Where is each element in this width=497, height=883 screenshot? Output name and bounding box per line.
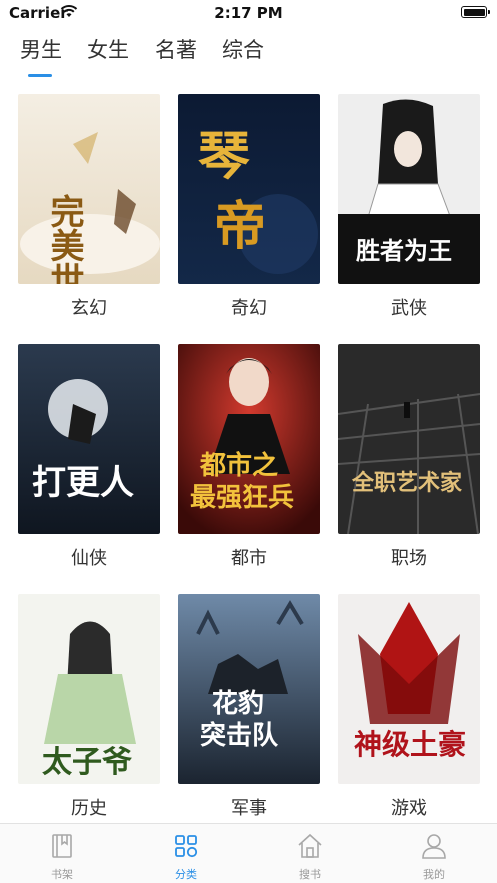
svg-text:最强狂兵: 最强狂兵 [190,483,294,513]
book-cover: 全职艺术家 [338,344,480,534]
tab-female[interactable]: 女生 [87,34,129,64]
tab-male[interactable]: 男生 [20,34,62,64]
book-cover: 胜者为王 [338,94,480,284]
category-card-junshi[interactable]: 花豹 突击队 军事 [178,594,320,820]
svg-text:全职艺术家: 全职艺术家 [351,470,463,496]
category-grid-icon [175,835,198,858]
category-label: 职场 [391,548,427,569]
book-cover: 琴 帝 [178,94,320,284]
category-label: 武侠 [391,298,427,319]
tab-classics[interactable]: 名著 [155,34,197,64]
svg-text:帝: 帝 [214,196,266,257]
book-cover: 花豹 突击队 [178,594,320,784]
category-card-youxi[interactable]: 神级土豪 游戏 [338,594,480,820]
tab-selected-indicator [28,74,52,77]
book-cover: 完美世界 [18,94,160,284]
svg-text:胜者为王: 胜者为王 [356,236,452,265]
svg-text:突击队: 突击队 [200,720,279,751]
category-label: 奇幻 [231,298,267,319]
category-card-xuanhuan[interactable]: 完美世界 玄幻 [18,94,160,320]
tab-category[interactable]: 分类 [124,824,248,883]
book-cover: 打更人 [18,344,160,534]
tab-bookshelf[interactable]: 书架 [0,824,124,883]
category-label: 游戏 [391,798,427,819]
status-bar: Carrier 2:17 PM [0,0,497,26]
tab-search-books[interactable]: 搜书 [248,824,372,883]
svg-text:都市之: 都市之 [199,450,278,481]
svg-text:花豹: 花豹 [212,688,264,719]
tab-search-books-label: 搜书 [299,868,321,881]
tab-profile[interactable]: 我的 [372,824,496,883]
category-label: 军事 [231,798,267,819]
category-card-xianxia[interactable]: 打更人 仙侠 [18,344,160,570]
category-card-qihuan[interactable]: 琴 帝 奇幻 [178,94,320,320]
book-cover: 太子爷 [18,594,160,784]
svg-text:神级土豪: 神级土豪 [354,728,466,761]
tab-general[interactable]: 综合 [222,34,264,64]
category-card-dushi[interactable]: 都市之 最强狂兵 都市 [178,344,320,570]
category-card-wuxia[interactable]: 胜者为王 武侠 [338,94,480,320]
battery-icon [461,6,490,18]
bookshelf-icon [52,834,72,858]
book-cover: 都市之 最强狂兵 [178,344,320,534]
category-label: 都市 [231,548,267,569]
category-label: 历史 [71,798,107,819]
svg-text:太子爷: 太子爷 [42,745,132,780]
svg-text:打更人: 打更人 [32,463,134,503]
category-label: 仙侠 [71,548,107,569]
book-cover: 神级土豪 [338,594,480,784]
tab-profile-label: 我的 [423,868,445,881]
top-tabs: 男生 女生 名著 综合 [0,34,497,80]
category-label: 玄幻 [71,298,107,319]
tab-bookshelf-label: 书架 [51,868,73,881]
svg-text:琴: 琴 [198,126,250,187]
category-card-zhichang[interactable]: 全职艺术家 职场 [338,344,480,570]
svg-text:完美世界: 完美世界 [44,193,84,284]
user-profile-icon [422,834,446,859]
tab-category-label: 分类 [175,868,197,881]
clock: 2:17 PM [214,4,283,22]
home-search-icon [298,833,322,858]
bottom-tab-bar: 书架 分类 搜书 我的 [0,823,497,883]
category-card-lishi[interactable]: 太子爷 历史 [18,594,160,820]
